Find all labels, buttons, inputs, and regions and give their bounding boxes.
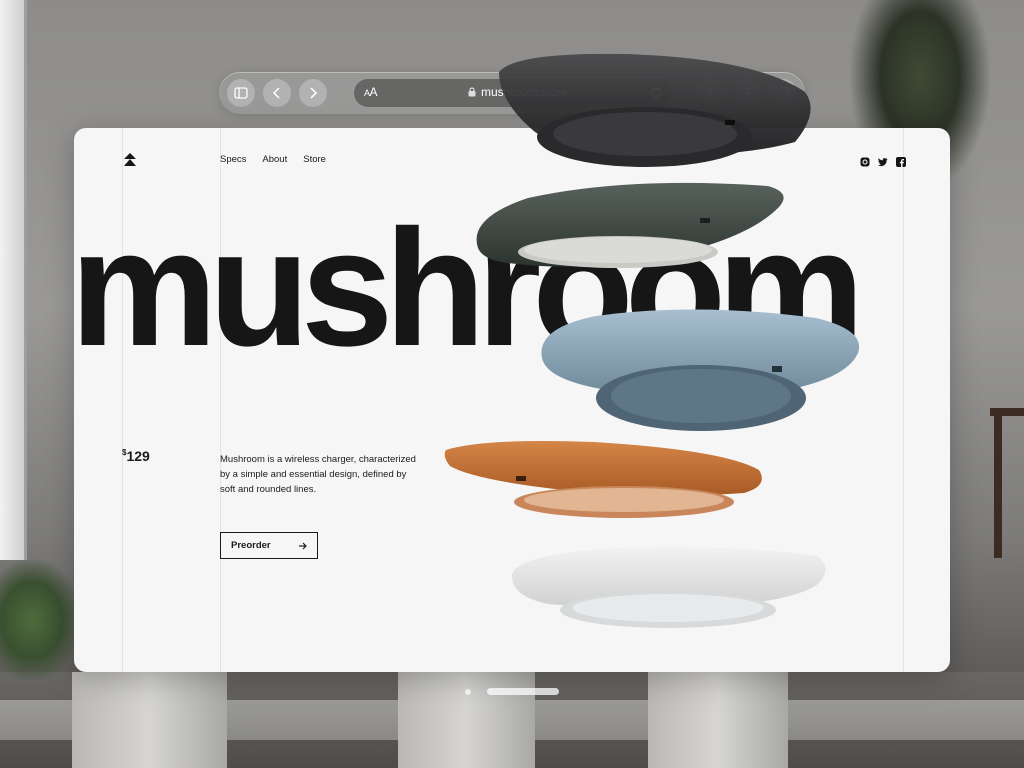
plant-left (0, 560, 80, 680)
window (0, 0, 27, 560)
twitter-icon[interactable] (878, 154, 888, 167)
window-grab-bar[interactable] (487, 688, 559, 695)
main-nav: Specs About Store (220, 154, 326, 165)
text-size-button[interactable]: AA (364, 85, 378, 99)
charger-white (511, 547, 826, 628)
facebook-icon[interactable] (896, 154, 906, 167)
arrow-right-icon (299, 542, 307, 549)
logo-icon[interactable] (122, 152, 138, 168)
charger-orange (444, 441, 762, 518)
lock-icon (468, 87, 476, 97)
product-description: Mushroom is a wireless charger, characte… (220, 454, 416, 495)
charger-green (476, 182, 784, 268)
page-indicator-dot[interactable] (465, 689, 471, 695)
nav-specs[interactable]: Specs (220, 154, 246, 165)
preorder-button[interactable]: Preorder (220, 532, 318, 559)
price: $129 (122, 448, 150, 464)
social-links (860, 154, 906, 167)
web-page: Specs About Store mushroom $129 Mushroom… (74, 128, 950, 672)
back-icon[interactable] (263, 79, 291, 107)
pedestal (398, 672, 535, 768)
charger-blue (541, 309, 860, 431)
instagram-icon[interactable] (860, 154, 870, 167)
pedestal (72, 672, 227, 768)
nav-store[interactable]: Store (303, 154, 326, 165)
nav-about[interactable]: About (262, 154, 287, 165)
charger-black (499, 53, 811, 167)
pedestal (648, 672, 788, 768)
forward-icon[interactable] (299, 79, 327, 107)
grid-line (903, 128, 904, 672)
side-table (990, 408, 1024, 558)
sidebar-icon[interactable] (227, 79, 255, 107)
